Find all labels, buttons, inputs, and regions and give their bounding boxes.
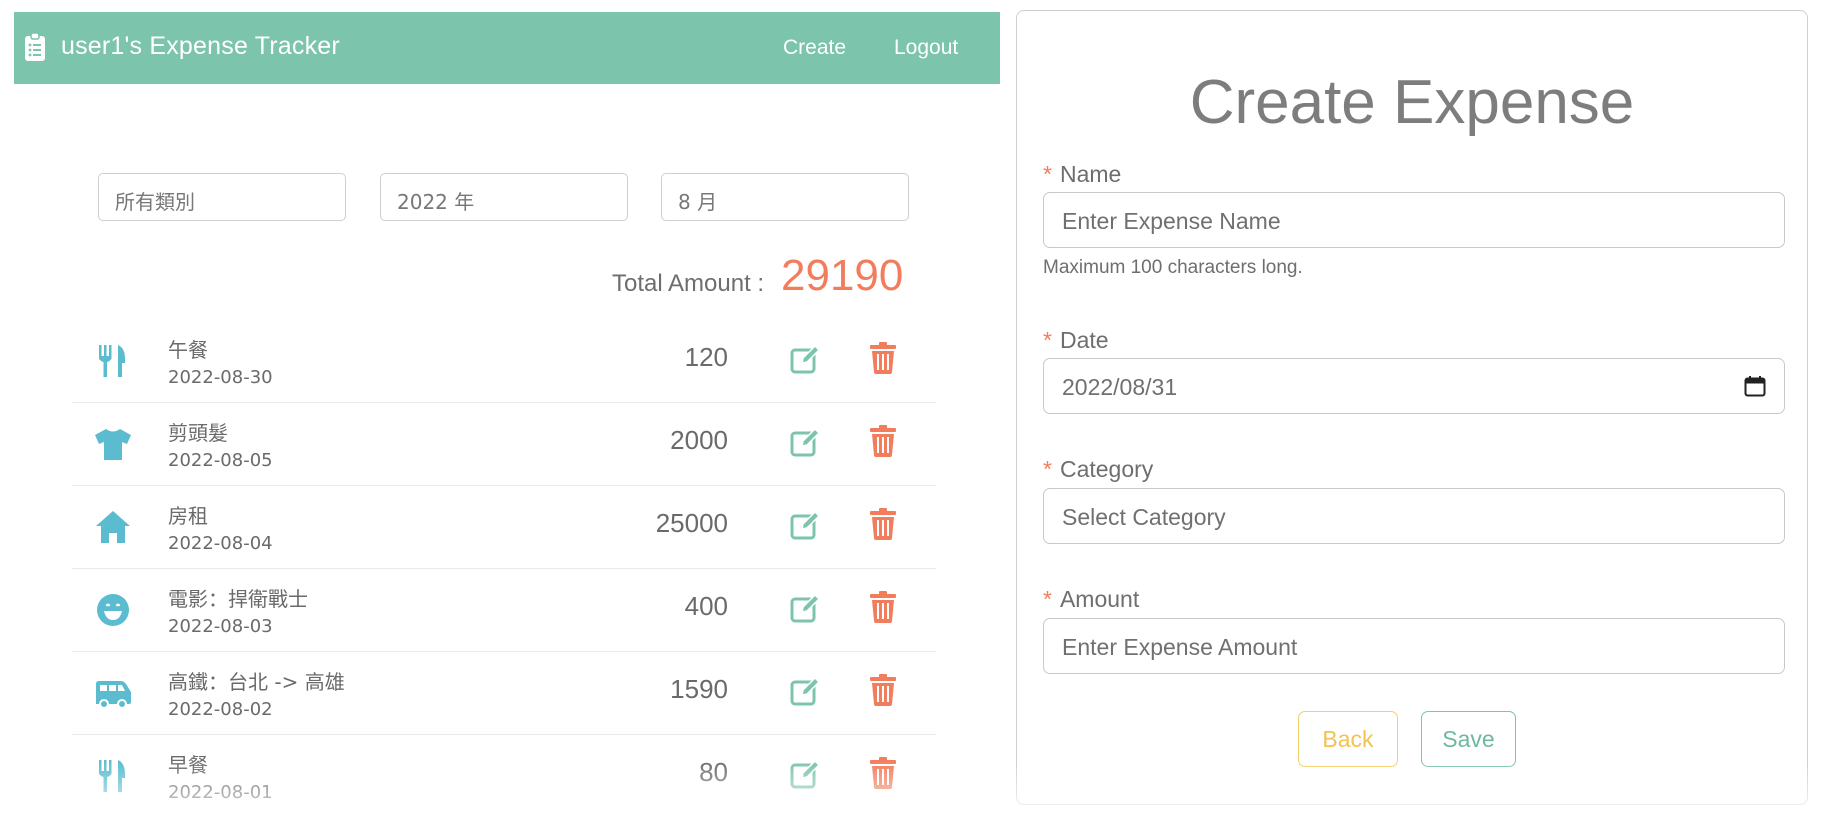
expense-list: 午餐 2022-08-30 120 剪頭髮 2022-08-05 2000 房租… [72, 320, 936, 818]
expense-date: 2022-08-05 [168, 450, 273, 471]
edit-icon[interactable] [790, 427, 820, 457]
expense-amount: 1590 [670, 674, 728, 704]
edit-icon[interactable] [790, 344, 820, 374]
list-item: 房租 2022-08-04 25000 [72, 486, 936, 569]
category-select[interactable]: Select Category [1043, 488, 1785, 544]
expense-name: 剪頭髮 [168, 421, 228, 445]
year-filter-select[interactable]: 2022 年 [380, 173, 628, 221]
category-filter-select[interactable]: 所有類別 [98, 173, 346, 221]
trash-icon[interactable] [869, 425, 897, 457]
trash-icon[interactable] [869, 342, 897, 374]
date-value: 2022/08/31 [1062, 374, 1178, 400]
clipboard-list-icon [25, 32, 45, 61]
trash-icon[interactable] [869, 674, 897, 706]
expense-date: 2022-08-30 [168, 367, 273, 388]
edit-icon[interactable] [790, 510, 820, 540]
name-label-text: Name [1059, 161, 1122, 187]
required-mark: * [1043, 161, 1052, 187]
form-title: Create Expense [1189, 68, 1635, 137]
amount-label-text: Amount [1059, 586, 1140, 612]
grin-icon [97, 594, 129, 626]
navbar: user1's Expense Tracker Create Logout [14, 12, 1000, 84]
name-label: * Name [1043, 161, 1121, 188]
list-item: 午餐 2022-08-30 120 [72, 320, 936, 403]
expense-name: 早餐 [168, 753, 208, 777]
expense-name: 房租 [168, 504, 208, 528]
date-input[interactable]: 2022/08/31 [1043, 358, 1785, 414]
expense-date: 2022-08-04 [168, 533, 273, 554]
utensils-icon [99, 345, 125, 377]
required-mark: * [1043, 586, 1052, 612]
expense-name: 午餐 [168, 338, 208, 362]
expense-date: 2022-08-03 [168, 616, 273, 637]
expense-date: 2022-08-02 [168, 699, 273, 720]
expense-amount: 80 [699, 757, 728, 787]
expense-amount: 400 [684, 591, 728, 621]
name-input[interactable]: Enter Expense Name [1043, 192, 1785, 248]
trash-icon[interactable] [869, 757, 897, 789]
month-filter-select[interactable]: 8 月 [661, 173, 909, 221]
utensils-icon [99, 760, 125, 792]
shuttle-van-icon [96, 681, 131, 709]
expense-name: 電影：捍衛戰士 [168, 587, 308, 611]
create-expense-form: Create Expense * Name Enter Expense Name … [1016, 10, 1808, 805]
amount-label: * Amount [1043, 586, 1139, 613]
required-mark: * [1043, 456, 1052, 482]
trash-icon[interactable] [869, 591, 897, 623]
total-amount-label: Total Amount : [612, 270, 765, 297]
category-label: * Category [1043, 456, 1153, 483]
expense-amount: 120 [684, 342, 728, 372]
expense-list-panel: user1's Expense Tracker Create Logout 所有… [14, 12, 1000, 812]
home-icon [96, 511, 130, 543]
date-label: * Date [1043, 327, 1109, 354]
expense-date: 2022-08-01 [168, 782, 273, 803]
trash-icon[interactable] [869, 508, 897, 540]
list-item: 剪頭髮 2022-08-05 2000 [72, 403, 936, 486]
nav-create-link[interactable]: Create [783, 36, 846, 60]
edit-icon[interactable] [790, 759, 820, 789]
list-item: 高鐵：台北 -> 高雄 2022-08-02 1590 [72, 652, 936, 735]
save-button[interactable]: Save [1421, 711, 1516, 767]
category-label-text: Category [1059, 456, 1154, 482]
required-mark: * [1043, 327, 1052, 353]
app-title[interactable]: user1's Expense Tracker [61, 32, 340, 61]
date-label-text: Date [1059, 327, 1109, 353]
edit-icon[interactable] [790, 676, 820, 706]
list-item: 電影：捍衛戰士 2022-08-03 400 [72, 569, 936, 652]
calendar-icon[interactable] [1744, 375, 1766, 397]
list-item: 早餐 2022-08-01 80 [72, 735, 936, 818]
total-amount-value: 29190 [781, 251, 904, 300]
expense-name: 高鐵：台北 -> 高雄 [168, 670, 345, 694]
name-help-text: Maximum 100 characters long. [1043, 257, 1303, 278]
nav-logout-link[interactable]: Logout [894, 36, 958, 60]
tshirt-icon [95, 429, 131, 460]
edit-icon[interactable] [790, 593, 820, 623]
expense-amount: 2000 [670, 425, 728, 455]
back-button[interactable]: Back [1298, 711, 1398, 767]
expense-amount: 25000 [655, 508, 728, 538]
amount-input[interactable]: Enter Expense Amount [1043, 618, 1785, 674]
